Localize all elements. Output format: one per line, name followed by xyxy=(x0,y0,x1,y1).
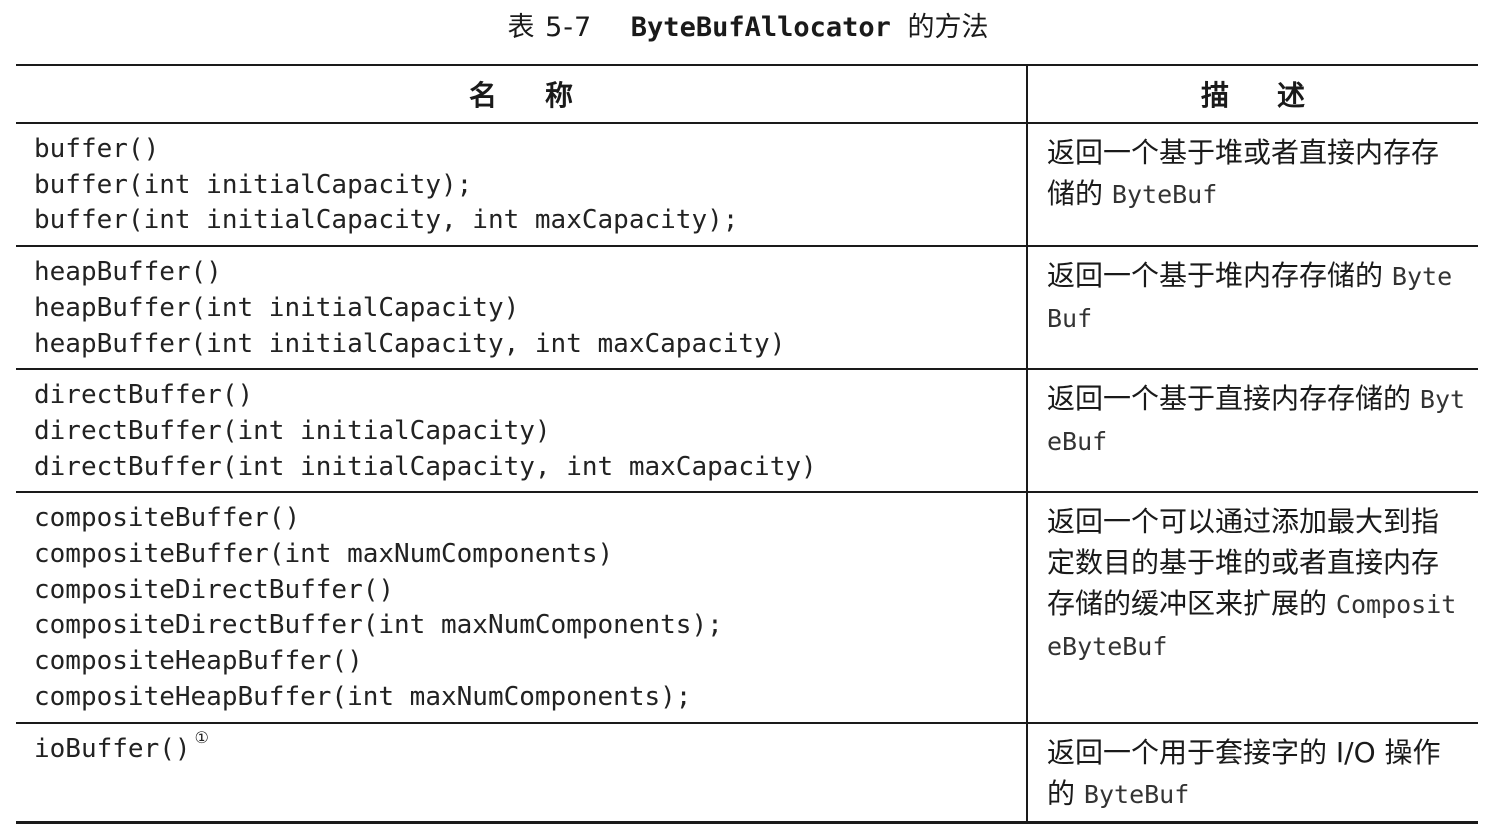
caption-suffix: 的方法 xyxy=(907,12,989,43)
method-signature: heapBuffer() xyxy=(34,257,222,288)
method-signature: compositeHeapBuffer(int maxNumComponents… xyxy=(34,681,692,712)
description-cell: 返回一个基于直接内存存储的 ByteBuf xyxy=(1027,368,1478,493)
footnote-marker: ① xyxy=(194,727,209,747)
description-prose: 返回一个基于堆或者直接内存存储的 xyxy=(1047,136,1440,210)
table-row: ioBuffer() ① 返回一个用于套接字的 I/O 操作的 ByteBuf xyxy=(16,721,1478,823)
header-name: 名称 xyxy=(16,65,1028,124)
description-text: 返回一个用于套接字的 I/O 操作的 ByteBuf xyxy=(1047,732,1466,815)
description-prose: 返回一个基于直接内存存储的 xyxy=(1047,382,1412,416)
header-row: 名称 描述 xyxy=(16,65,1478,124)
table-row: buffer() buffer(int initialCapacity); bu… xyxy=(16,123,1478,247)
method-signature: compositeBuffer(int maxNumComponents) xyxy=(34,539,614,570)
description-code: ByteBuf xyxy=(1111,180,1218,209)
method-names-cell: directBuffer() directBuffer(int initialC… xyxy=(16,368,1028,493)
method-names-cell: buffer() buffer(int initialCapacity); bu… xyxy=(16,123,1028,247)
method-names-cell: compositeBuffer() compositeBuffer(int ma… xyxy=(16,491,1028,723)
method-names-cell: ioBuffer() ① xyxy=(16,721,1028,823)
method-signature: heapBuffer(int initialCapacity) xyxy=(34,292,520,323)
description-cell: 返回一个可以通过添加最大到指定数目的基于堆的或者直接内存存储的缓冲区来扩展的 C… xyxy=(1027,491,1478,723)
description-cell: 返回一个基于堆内存存储的 ByteBuf xyxy=(1027,245,1478,370)
method-signature: heapBuffer(int initialCapacity, int maxC… xyxy=(34,328,786,359)
method-signature: compositeBuffer() xyxy=(34,503,301,534)
method-names-cell: heapBuffer() heapBuffer(int initialCapac… xyxy=(16,245,1028,370)
method-signature: directBuffer(int initialCapacity) xyxy=(34,415,551,446)
caption-label: 表 5-7 xyxy=(507,12,593,43)
method-signature: buffer(int initialCapacity, int maxCapac… xyxy=(34,205,739,236)
description-prose: 返回一个基于堆内存存储的 xyxy=(1047,259,1384,293)
methods-table: 名称 描述 buffer() buffer(int initialCapacit… xyxy=(16,64,1478,824)
method-signature: buffer(int initialCapacity); xyxy=(34,169,473,200)
table-row: directBuffer() directBuffer(int initialC… xyxy=(16,368,1478,493)
method-signature: compositeDirectBuffer() xyxy=(34,574,395,605)
description-text: 返回一个可以通过添加最大到指定数目的基于堆的或者直接内存存储的缓冲区来扩展的 C… xyxy=(1047,501,1466,667)
description-text: 返回一个基于堆内存存储的 ByteBuf xyxy=(1047,255,1466,339)
header-description: 描述 xyxy=(1027,65,1478,124)
method-signature: directBuffer(int initialCapacity, int ma… xyxy=(34,451,817,482)
method-signature: ioBuffer() ① xyxy=(34,729,1026,768)
method-signature: directBuffer() xyxy=(34,380,254,411)
table-row: heapBuffer() heapBuffer(int initialCapac… xyxy=(16,245,1478,370)
table-caption: 表 5-7 ByteBufAllocator 的方法 xyxy=(0,8,1496,48)
description-cell: 返回一个用于套接字的 I/O 操作的 ByteBuf xyxy=(1027,721,1478,823)
method-signature: compositeHeapBuffer() xyxy=(34,646,363,677)
caption-class-name: ByteBufAllocator xyxy=(630,12,891,43)
description-text: 返回一个基于直接内存存储的 ByteBuf xyxy=(1047,378,1466,462)
spacer-line xyxy=(34,767,1026,803)
table-row: compositeBuffer() compositeBuffer(int ma… xyxy=(16,491,1478,723)
description-text: 返回一个基于堆或者直接内存存储的 ByteBuf xyxy=(1047,132,1466,215)
method-signature-text: ioBuffer() xyxy=(34,733,191,764)
method-signature: buffer() xyxy=(34,134,160,164)
method-signature: compositeDirectBuffer(int maxNumComponen… xyxy=(34,610,723,641)
description-code: ByteBuf xyxy=(1083,779,1190,809)
description-cell: 返回一个基于堆或者直接内存存储的 ByteBuf xyxy=(1027,123,1478,246)
